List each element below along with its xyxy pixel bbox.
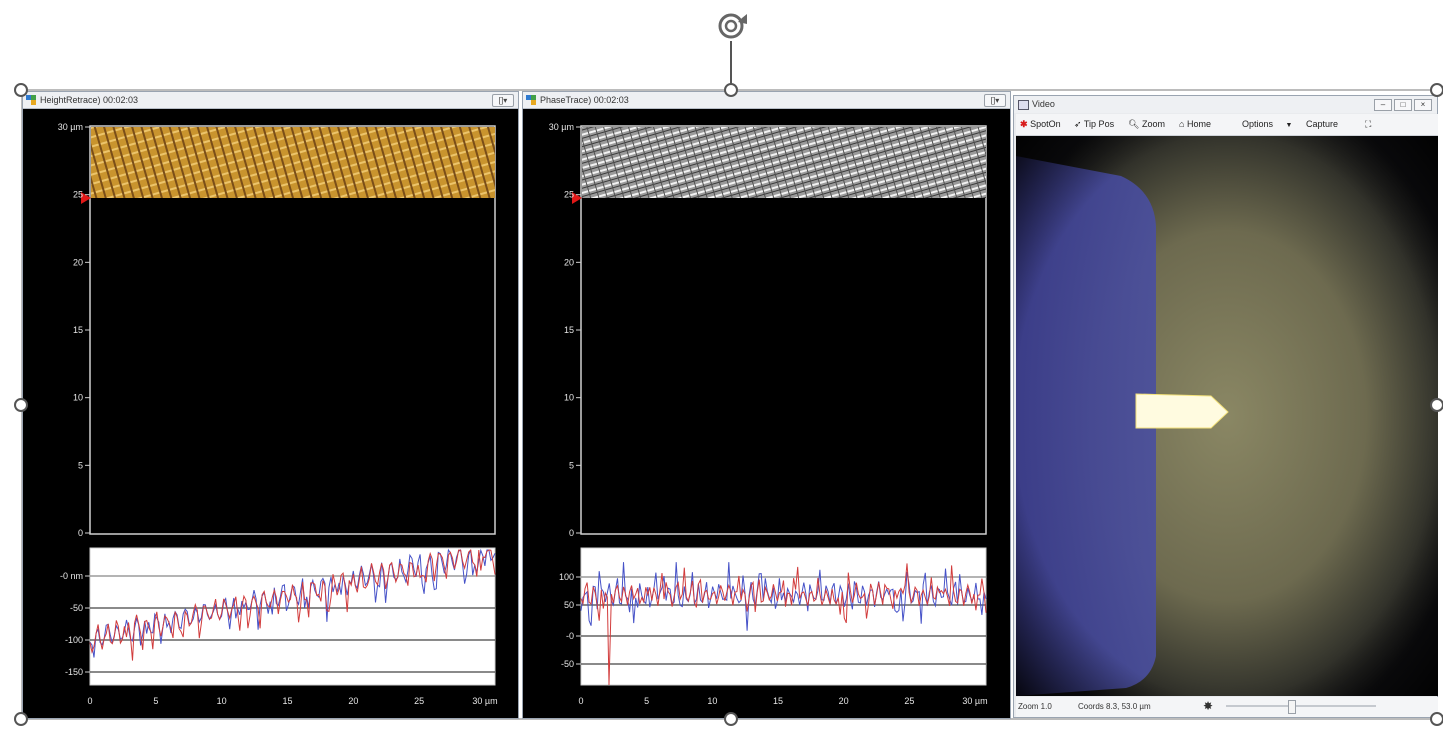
phase-profile-ytick: 100 xyxy=(559,572,574,582)
height-panel-titlebar[interactable]: HeightRetrace) 00:02:03 []▾ xyxy=(23,92,518,109)
phase-panel: PhaseTrace) 00:02:03 []▾ 30 µm 25 20 15 10 5 0… xyxy=(522,91,1011,719)
options-menu[interactable]: Options ▼ xyxy=(1242,118,1292,131)
resize-handle-middle-left[interactable] xyxy=(14,398,28,412)
height-scan-image xyxy=(91,127,495,198)
phase-image-tick: 0 xyxy=(569,528,574,538)
brightness-icon: ✸ xyxy=(1203,699,1214,713)
zoom-label: Zoom xyxy=(1141,119,1165,129)
spoton-icon: ✱ xyxy=(1020,119,1028,129)
phase-image-tick: 5 xyxy=(569,460,574,470)
phase-image-tick: 20 xyxy=(564,257,574,267)
app-icon xyxy=(26,95,36,105)
phase-profile-xtick: 0 xyxy=(578,696,583,706)
minimize-button[interactable]: – xyxy=(1374,99,1392,111)
resize-handle-top-center[interactable] xyxy=(724,83,738,97)
height-profile-xtick: 25 xyxy=(414,696,424,706)
app-icon xyxy=(526,95,536,105)
video-statusbar: Zoom 1.0 Coords 8.3, 53.0 µm ✸ xyxy=(1016,697,1438,717)
close-button[interactable]: × xyxy=(1414,99,1432,111)
maximize-button[interactable]: □ xyxy=(1394,99,1412,111)
video-toolbar: ✱ SpotOn ➶ Tip Pos 🔍︎ Zoom ⌂ Home Option… xyxy=(1016,114,1438,136)
height-image-tick: 30 µm xyxy=(58,122,83,132)
zoom-status: Zoom 1.0 xyxy=(1018,702,1052,711)
height-profile-xtick: 5 xyxy=(153,696,158,706)
resize-handle-bottom-center[interactable] xyxy=(724,712,738,726)
home-button[interactable]: ⌂ Home xyxy=(1179,118,1211,131)
coords-status: Coords 8.3, 53.0 µm xyxy=(1078,702,1151,711)
phase-profile-ytick: 50 xyxy=(564,600,574,610)
phase-profile-xtick: 30 µm xyxy=(962,696,987,706)
phase-profile-xtick: 10 xyxy=(707,696,717,706)
height-profile-xtick: 15 xyxy=(282,696,292,706)
height-panel-view-button[interactable]: []▾ xyxy=(492,94,514,107)
phase-profile-xtick: 15 xyxy=(773,696,783,706)
fullscreen-button[interactable]: ⛶ xyxy=(1365,118,1371,131)
cantilever-tip xyxy=(1135,393,1229,429)
height-image-tick: 20 xyxy=(73,257,83,267)
height-panel: HeightRetrace) 00:02:03 []▾ 30 µm 25 20 15 1… xyxy=(22,91,519,719)
video-title: Video xyxy=(1032,99,1055,109)
phase-profile-xtick: 25 xyxy=(904,696,914,706)
height-image-tick: 25 xyxy=(73,190,83,200)
resize-handle-top-right[interactable] xyxy=(1430,83,1443,97)
home-label: Home xyxy=(1186,119,1211,129)
height-image-tick: 10 xyxy=(73,393,83,403)
video-window-icon xyxy=(1018,100,1029,110)
phase-profile-ytick: -0 xyxy=(566,631,574,641)
phase-panel-titlebar[interactable]: PhaseTrace) 00:02:03 []▾ xyxy=(523,92,1010,109)
capture-button[interactable]: Capture xyxy=(1306,118,1338,131)
phase-panel-view-button[interactable]: []▾ xyxy=(984,94,1006,107)
height-profile-xtick: 20 xyxy=(348,696,358,706)
phase-profile-xtick: 5 xyxy=(644,696,649,706)
fullscreen-icon: ⛶ xyxy=(1365,119,1372,129)
video-feed xyxy=(1016,136,1438,696)
phase-image-tick: 15 xyxy=(564,325,574,335)
height-profile-xtick: 0 xyxy=(87,696,92,706)
options-label: Options xyxy=(1242,119,1274,129)
home-icon: ⌂ xyxy=(1179,119,1185,129)
height-profile-area xyxy=(89,547,496,686)
zoom-button[interactable]: 🔍︎ Zoom xyxy=(1128,118,1165,131)
tip-pos-button[interactable]: ➶ Tip Pos xyxy=(1074,118,1114,131)
chevron-down-icon: ▼ xyxy=(1285,122,1293,129)
resize-handle-bottom-right[interactable] xyxy=(1430,712,1443,726)
phase-image-tick: 10 xyxy=(564,393,574,403)
height-profile-ytick: -50 xyxy=(70,603,83,613)
brightness-slider[interactable] xyxy=(1226,700,1376,714)
phase-image-tick: 25 xyxy=(564,190,574,200)
spoton-button[interactable]: ✱ SpotOn xyxy=(1020,118,1061,131)
phase-profile-xtick: 20 xyxy=(839,696,849,706)
phase-panel-title: PhaseTrace) 00:02:03 xyxy=(540,95,629,105)
height-plot: 30 µm 25 20 15 10 5 0 -0 nm -50 -100 -150 0 5 10 15 2… xyxy=(58,122,498,706)
height-image-tick: 0 xyxy=(78,528,83,538)
phase-plot: 30 µm2520151050 10050-0-50 0 5 10 15 20 25 30 … xyxy=(549,122,988,706)
rotate-handle[interactable] xyxy=(713,8,751,44)
height-profile-xtick: 30 µm xyxy=(472,696,497,706)
resize-handle-top-left[interactable] xyxy=(14,83,28,97)
height-image-tick: 15 xyxy=(73,325,83,335)
resize-handle-bottom-left[interactable] xyxy=(14,712,28,726)
capture-label: Capture xyxy=(1306,119,1339,129)
phase-image-tick: 30 µm xyxy=(549,122,574,132)
tip-pos-label: Tip Pos xyxy=(1083,119,1115,129)
height-profile-ytick: -0 nm xyxy=(60,571,83,581)
resize-handle-middle-right[interactable] xyxy=(1430,398,1443,412)
height-profile-ytick: -150 xyxy=(65,667,83,677)
rotate-icon xyxy=(718,13,747,39)
height-profile-xtick: 10 xyxy=(217,696,227,706)
height-profile-ytick: -100 xyxy=(65,635,83,645)
phase-scan-image xyxy=(582,127,986,198)
phase-profile-ytick: -50 xyxy=(561,659,574,669)
height-image-tick: 5 xyxy=(78,460,83,470)
height-panel-title: HeightRetrace) 00:02:03 xyxy=(40,95,139,105)
zoom-icon: 🔍︎ xyxy=(1128,119,1140,129)
tip-pos-icon: ➶ xyxy=(1074,119,1082,129)
video-titlebar[interactable]: Video – □ × xyxy=(1014,96,1437,113)
spoton-label: SpotOn xyxy=(1030,119,1061,129)
brightness-slider-thumb[interactable] xyxy=(1288,700,1296,714)
